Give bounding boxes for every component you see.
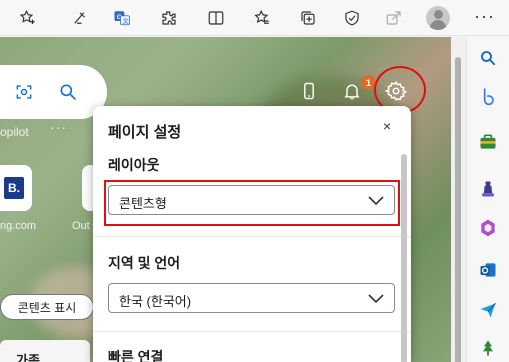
close-icon[interactable]: × — [383, 118, 391, 134]
page-settings-panel: 페이지 설정 × 레이아웃 콘텐츠형 지역 및 언어 한국 (한국어) 빠른 연… — [93, 106, 411, 362]
share-icon[interactable] — [382, 6, 406, 30]
send-icon[interactable] — [477, 299, 499, 321]
outlook-icon[interactable] — [477, 259, 499, 281]
split-screen-icon[interactable] — [204, 6, 228, 30]
phone-icon[interactable] — [296, 78, 322, 104]
show-content-button[interactable]: 콘텐츠 표시 — [0, 294, 94, 320]
quick-links-more-icon[interactable]: ··· — [50, 119, 67, 135]
region-language-label: 지역 및 언어 — [108, 255, 181, 271]
quick-link-label[interactable]: ng.com — [0, 220, 36, 232]
panel-title: 페이지 설정 — [108, 124, 182, 141]
visual-search-icon[interactable] — [12, 80, 36, 104]
browser-sidebar — [466, 37, 509, 362]
search-icon[interactable] — [56, 80, 80, 104]
shopping-icon[interactable] — [477, 131, 499, 153]
sidebar-search-icon[interactable] — [477, 47, 499, 69]
feed-card-title: 가족 — [16, 353, 40, 362]
layout-label: 레이아웃 — [108, 157, 160, 173]
divider — [93, 236, 411, 237]
add-favorite-icon[interactable] — [16, 6, 40, 30]
chevron-down-icon — [368, 294, 384, 304]
copilot-icon[interactable] — [477, 85, 499, 107]
tree-icon[interactable] — [477, 337, 499, 359]
quick-link-label[interactable]: Out — [72, 220, 90, 232]
search-box[interactable] — [0, 65, 107, 119]
browser-toolbar: G文 ··· — [0, 0, 509, 36]
divider — [93, 331, 411, 332]
browser-essentials-icon[interactable] — [340, 6, 364, 30]
games-icon[interactable] — [477, 178, 499, 200]
site-logo: B. — [4, 177, 24, 199]
favorites-icon[interactable] — [250, 6, 274, 30]
extensions-icon[interactable] — [157, 6, 181, 30]
read-aloud-icon[interactable] — [68, 6, 92, 30]
quick-links-label: 빠른 연결 — [108, 349, 164, 362]
highlight-box — [104, 180, 400, 226]
region-language-select[interactable]: 한국 (한국어) — [108, 283, 395, 313]
copilot-link[interactable]: opilot — [0, 125, 29, 139]
feed-card[interactable]: 가족 — [0, 340, 90, 362]
translate-icon[interactable]: G文 — [110, 6, 134, 30]
region-language-select-value: 한국 (한국어) — [119, 294, 192, 309]
profile-avatar[interactable] — [426, 6, 450, 30]
page-scrollbar[interactable] — [451, 37, 465, 362]
collections-icon[interactable] — [296, 6, 320, 30]
page-scrollbar-thumb[interactable] — [455, 57, 461, 362]
quick-link-tile[interactable]: B. — [0, 165, 32, 211]
panel-scrollbar[interactable] — [401, 154, 407, 362]
microsoft-365-icon[interactable] — [477, 217, 499, 239]
more-menu-icon[interactable]: ··· — [474, 6, 495, 27]
